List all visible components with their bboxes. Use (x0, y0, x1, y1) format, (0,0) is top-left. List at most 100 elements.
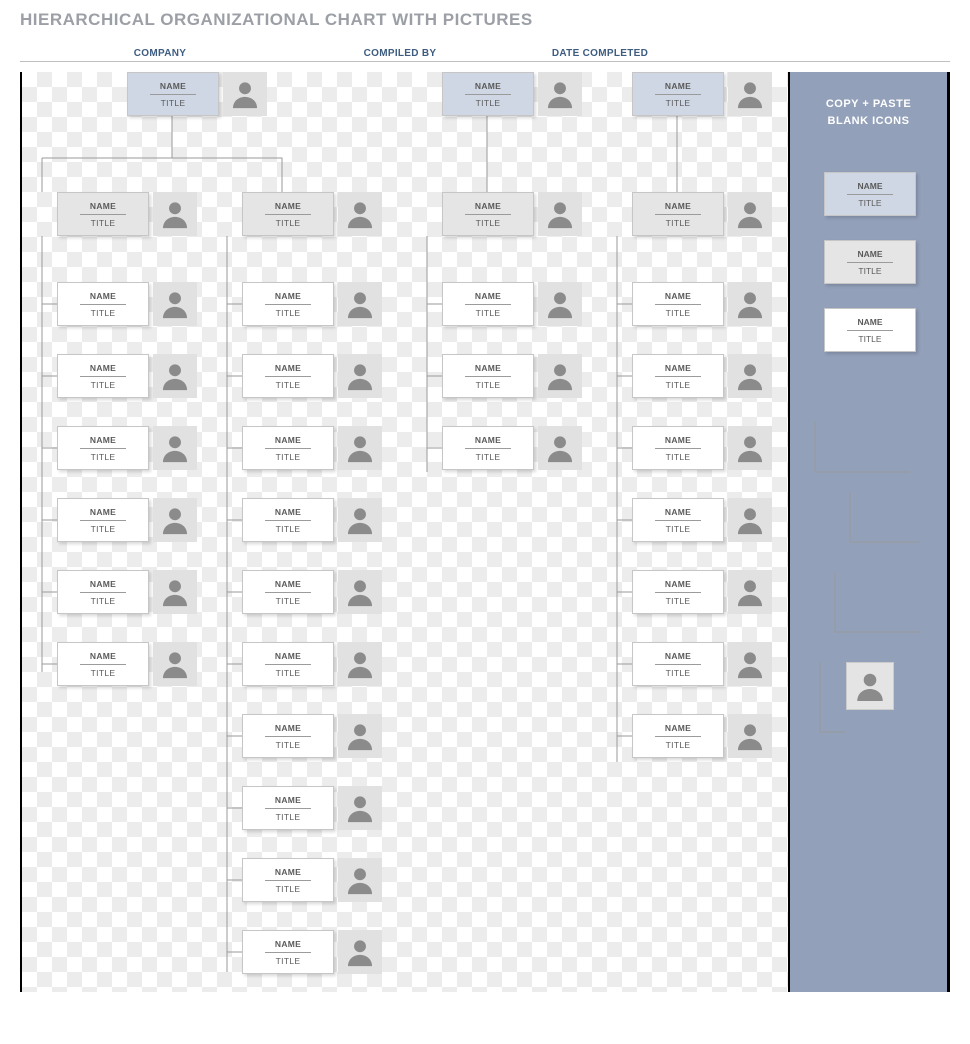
org-node-card[interactable]: NAME TITLE (242, 426, 334, 470)
org-node-card[interactable]: NAME TITLE (632, 642, 724, 686)
org-node-card[interactable]: NAME TITLE (242, 498, 334, 542)
org-node[interactable]: NAME TITLE (127, 72, 267, 116)
org-node-name[interactable]: NAME (265, 939, 311, 953)
org-node[interactable]: NAME TITLE (632, 714, 772, 758)
org-node-name[interactable]: NAME (150, 81, 196, 95)
org-node-card[interactable]: NAME TITLE (632, 354, 724, 398)
avatar-placeholder[interactable] (338, 786, 382, 830)
org-node-title[interactable]: TITLE (666, 215, 691, 228)
avatar-placeholder[interactable] (538, 192, 582, 236)
org-node-name[interactable]: NAME (655, 723, 701, 737)
org-node-name[interactable]: NAME (655, 651, 701, 665)
org-node-card[interactable]: NAME TITLE (57, 498, 149, 542)
avatar-placeholder[interactable] (728, 426, 772, 470)
org-node-title[interactable]: TITLE (91, 305, 116, 318)
avatar-placeholder[interactable] (538, 72, 582, 116)
org-node-title[interactable]: TITLE (276, 449, 301, 462)
header-date-completed-label[interactable]: DATE COMPLETED (500, 48, 700, 59)
avatar-placeholder[interactable] (338, 498, 382, 542)
org-node-name[interactable]: NAME (80, 363, 126, 377)
avatar-placeholder[interactable] (728, 714, 772, 758)
org-node[interactable]: NAME TITLE (57, 192, 197, 236)
org-node[interactable]: NAME TITLE (57, 426, 197, 470)
org-node[interactable]: NAME TITLE (242, 858, 382, 902)
org-node-title[interactable]: TITLE (276, 215, 301, 228)
org-node-card[interactable]: NAME TITLE (242, 570, 334, 614)
org-node-name[interactable]: NAME (655, 81, 701, 95)
org-node-card[interactable]: NAME TITLE (632, 714, 724, 758)
org-node[interactable]: NAME TITLE (442, 426, 582, 470)
avatar-placeholder[interactable] (538, 426, 582, 470)
org-node-card[interactable]: NAME TITLE (57, 570, 149, 614)
org-node-name[interactable]: NAME (80, 507, 126, 521)
org-node-title[interactable]: TITLE (91, 665, 116, 678)
avatar-placeholder[interactable] (338, 570, 382, 614)
org-node-title[interactable]: TITLE (91, 215, 116, 228)
org-node-card[interactable]: NAME TITLE (242, 642, 334, 686)
org-node[interactable]: NAME TITLE (57, 642, 197, 686)
org-node-card[interactable]: NAME TITLE (57, 642, 149, 686)
avatar-placeholder[interactable] (338, 858, 382, 902)
avatar-placeholder[interactable] (338, 282, 382, 326)
org-node-title[interactable]: TITLE (666, 593, 691, 606)
org-node-name[interactable]: NAME (465, 435, 511, 449)
avatar-placeholder[interactable] (153, 282, 197, 326)
org-node-card[interactable]: NAME TITLE (442, 354, 534, 398)
org-node[interactable]: NAME TITLE (442, 192, 582, 236)
org-node-title[interactable]: TITLE (276, 881, 301, 894)
org-node-title[interactable]: TITLE (476, 377, 501, 390)
blank-avatar[interactable] (846, 662, 894, 710)
org-node[interactable]: NAME TITLE (632, 498, 772, 542)
org-node-card[interactable]: NAME TITLE (242, 786, 334, 830)
avatar-placeholder[interactable] (153, 192, 197, 236)
org-node-name[interactable]: NAME (465, 363, 511, 377)
blank-card-mid[interactable]: NAME TITLE (824, 240, 916, 284)
org-node-card[interactable]: NAME TITLE (632, 426, 724, 470)
avatar-placeholder[interactable] (728, 282, 772, 326)
org-node[interactable]: NAME TITLE (57, 282, 197, 326)
org-node-name[interactable]: NAME (465, 81, 511, 95)
avatar-placeholder[interactable] (728, 642, 772, 686)
org-node-title[interactable]: TITLE (666, 665, 691, 678)
org-node[interactable]: NAME TITLE (242, 930, 382, 974)
avatar-placeholder[interactable] (338, 642, 382, 686)
org-node-name[interactable]: NAME (265, 435, 311, 449)
org-node-title[interactable]: TITLE (666, 521, 691, 534)
org-node[interactable]: NAME TITLE (242, 642, 382, 686)
org-node[interactable]: NAME TITLE (57, 570, 197, 614)
org-node[interactable]: NAME TITLE (242, 282, 382, 326)
org-node-name[interactable]: NAME (655, 291, 701, 305)
org-node-card[interactable]: NAME TITLE (57, 354, 149, 398)
org-node-title[interactable]: TITLE (666, 737, 691, 750)
avatar-placeholder[interactable] (728, 72, 772, 116)
org-node-title[interactable]: TITLE (276, 953, 301, 966)
org-node-name[interactable]: NAME (80, 435, 126, 449)
org-node-name[interactable]: NAME (265, 723, 311, 737)
org-node-card[interactable]: NAME TITLE (242, 930, 334, 974)
org-node-card[interactable]: NAME TITLE (242, 282, 334, 326)
org-node-name[interactable]: NAME (465, 201, 511, 215)
org-node-card[interactable]: NAME TITLE (57, 282, 149, 326)
org-node-name[interactable]: NAME (655, 579, 701, 593)
blank-card-top[interactable]: NAME TITLE (824, 172, 916, 216)
avatar-placeholder[interactable] (223, 72, 267, 116)
org-node-name[interactable]: NAME (265, 651, 311, 665)
org-node-name[interactable]: NAME (265, 507, 311, 521)
org-node-name[interactable]: NAME (80, 291, 126, 305)
avatar-placeholder[interactable] (153, 426, 197, 470)
org-node-name[interactable]: NAME (655, 507, 701, 521)
org-node-card[interactable]: NAME TITLE (632, 282, 724, 326)
org-node-card[interactable]: NAME TITLE (442, 72, 534, 116)
avatar-placeholder[interactable] (728, 354, 772, 398)
avatar-placeholder[interactable] (338, 426, 382, 470)
org-node-card[interactable]: NAME TITLE (442, 192, 534, 236)
org-node[interactable]: NAME TITLE (242, 786, 382, 830)
avatar-placeholder[interactable] (338, 930, 382, 974)
org-node-name[interactable]: NAME (265, 363, 311, 377)
header-compiled-by-label[interactable]: COMPILED BY (300, 48, 500, 59)
org-node-name[interactable]: NAME (655, 435, 701, 449)
org-node-title[interactable]: TITLE (666, 449, 691, 462)
org-node-name[interactable]: NAME (465, 291, 511, 305)
avatar-placeholder[interactable] (338, 714, 382, 758)
org-node-title[interactable]: TITLE (666, 95, 691, 108)
